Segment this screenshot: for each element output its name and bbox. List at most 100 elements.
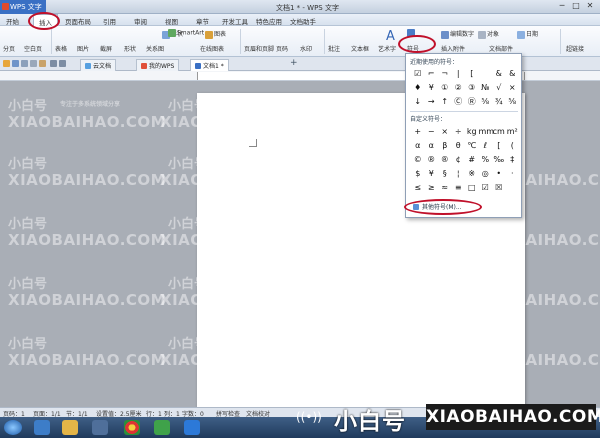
- recent-symbol[interactable]: &: [492, 67, 506, 81]
- shape-menu-button[interactable]: 形状: [124, 44, 136, 53]
- tab-start[interactable]: 开始: [6, 16, 19, 26]
- custom-symbol[interactable]: m²: [506, 125, 520, 139]
- custom-symbol[interactable]: $: [411, 167, 425, 181]
- wps-taskbar-icon[interactable]: [184, 420, 200, 435]
- recent-symbol[interactable]: ⌐: [425, 67, 439, 81]
- chrome-icon[interactable]: [124, 420, 140, 435]
- recent-symbol[interactable]: &: [506, 67, 520, 81]
- custom-symbol[interactable]: □: [465, 181, 479, 195]
- custom-symbol[interactable]: ·: [506, 167, 520, 181]
- recent-symbol[interactable]: ↓: [411, 95, 425, 109]
- tab-insert[interactable]: 插入: [33, 14, 58, 27]
- tab-document1[interactable]: 文档1 *: [190, 59, 229, 71]
- recent-symbol[interactable]: |: [452, 67, 466, 81]
- custom-symbol[interactable]: ☑: [479, 181, 493, 195]
- recent-symbol[interactable]: ♦: [411, 81, 425, 95]
- recent-symbol[interactable]: ⅝: [479, 95, 493, 109]
- custom-symbol[interactable]: [506, 181, 520, 195]
- print-preview-icon[interactable]: [30, 60, 37, 67]
- textbox-button[interactable]: 文本框: [351, 44, 369, 53]
- custom-symbol[interactable]: ®: [438, 153, 452, 167]
- custom-symbol[interactable]: ©: [411, 153, 425, 167]
- hyperlink-button[interactable]: 超链接: [566, 44, 584, 53]
- watermark-button[interactable]: 水印: [300, 44, 312, 53]
- custom-symbol[interactable]: %: [479, 153, 493, 167]
- picture-button[interactable]: 图片: [77, 44, 89, 53]
- custom-symbol[interactable]: ÷: [452, 125, 466, 139]
- relation-chart-button[interactable]: 关系图: [146, 44, 164, 53]
- tab-my-wps[interactable]: 我的WPS: [136, 59, 180, 71]
- ie-icon[interactable]: [34, 420, 50, 435]
- recent-symbol[interactable]: ¬: [438, 67, 452, 81]
- custom-symbol[interactable]: #: [465, 153, 479, 167]
- custom-symbol[interactable]: ×: [438, 125, 452, 139]
- tab-view[interactable]: 视图: [165, 16, 178, 26]
- custom-symbol[interactable]: ‰: [492, 153, 506, 167]
- table-button[interactable]: 表格: [55, 44, 67, 53]
- page-number-button[interactable]: 页码: [276, 44, 288, 53]
- maximize-icon[interactable]: □: [570, 1, 582, 11]
- custom-symbol[interactable]: ≈: [438, 181, 452, 195]
- recent-symbol[interactable]: ↑: [438, 95, 452, 109]
- custom-symbol[interactable]: cm: [492, 125, 506, 139]
- recent-symbol[interactable]: [479, 67, 493, 81]
- custom-symbol[interactable]: ≡: [452, 181, 466, 195]
- header-footer-button[interactable]: 页眉和页脚: [244, 44, 274, 53]
- recent-symbol[interactable]: ③: [465, 81, 479, 95]
- custom-symbol[interactable]: ◎: [479, 167, 493, 181]
- tab-review[interactable]: 审阅: [134, 16, 147, 26]
- print-icon[interactable]: [21, 60, 28, 67]
- recent-symbol[interactable]: Ⓒ: [452, 95, 466, 109]
- custom-symbol[interactable]: ¦: [452, 167, 466, 181]
- recent-symbol[interactable]: Ⓡ: [465, 95, 479, 109]
- custom-symbol[interactable]: ®: [425, 153, 439, 167]
- recent-symbol[interactable]: ¥: [425, 81, 439, 95]
- recent-symbol[interactable]: ②: [452, 81, 466, 95]
- open-folder-icon[interactable]: [3, 60, 10, 67]
- recent-symbol[interactable]: ×: [506, 81, 520, 95]
- format-painter-icon[interactable]: [39, 60, 46, 67]
- close-icon[interactable]: ✕: [584, 1, 596, 11]
- custom-symbol[interactable]: mm: [479, 125, 495, 139]
- chart-button[interactable]: 图表: [205, 29, 226, 39]
- custom-symbol[interactable]: ≥: [425, 181, 439, 195]
- recent-symbol[interactable]: ①: [438, 81, 452, 95]
- wordart-button[interactable]: 艺术字: [378, 44, 396, 53]
- custom-symbol[interactable]: +: [411, 125, 425, 139]
- more-symbols-button[interactable]: 其他符号(M)...: [410, 202, 484, 213]
- recent-symbol[interactable]: →: [425, 95, 439, 109]
- recent-symbol[interactable]: √: [492, 81, 506, 95]
- recent-symbol[interactable]: №: [479, 81, 493, 95]
- minimize-icon[interactable]: ─: [556, 1, 568, 11]
- insert-attachment-button[interactable]: 插入附件: [441, 44, 465, 53]
- custom-symbol[interactable]: (: [506, 139, 520, 153]
- recent-symbol[interactable]: ⅝: [506, 95, 520, 109]
- custom-symbol[interactable]: ※: [465, 167, 479, 181]
- save-icon[interactable]: [12, 60, 19, 67]
- blank-page-button[interactable]: 空白页: [24, 44, 42, 53]
- media-player-icon[interactable]: [92, 420, 108, 435]
- custom-symbol[interactable]: ‡: [506, 153, 520, 167]
- online-chart-button[interactable]: 在线图表: [200, 44, 224, 53]
- doc-parts-button[interactable]: 文档部件: [489, 44, 513, 53]
- tab-features[interactable]: 特色应用: [256, 16, 282, 26]
- custom-symbol[interactable]: ≤: [411, 181, 425, 195]
- undo-icon[interactable]: [50, 60, 57, 67]
- custom-symbol[interactable]: β: [438, 139, 452, 153]
- explorer-icon[interactable]: [62, 420, 78, 435]
- tab-cloud-docs[interactable]: 云文档: [80, 59, 117, 71]
- custom-symbol[interactable]: [: [492, 139, 506, 153]
- wps-app-button[interactable]: WPS 文字: [0, 0, 46, 14]
- screenshot-button[interactable]: 截屏: [100, 44, 112, 53]
- start-button-icon[interactable]: [4, 420, 22, 435]
- tab-references[interactable]: 引用: [103, 16, 116, 26]
- smartart-button[interactable]: SmartArt: [168, 29, 204, 37]
- insert-number-button[interactable]: 编辑数字: [441, 29, 474, 39]
- tab-doc-assistant[interactable]: 文档助手: [290, 16, 316, 26]
- page-break-button[interactable]: 分页: [3, 44, 15, 53]
- custom-symbol[interactable]: ℓ: [479, 139, 493, 153]
- custom-symbol[interactable]: ℃: [465, 139, 479, 153]
- custom-symbol[interactable]: kg: [465, 125, 479, 139]
- recent-symbol[interactable]: ☑: [411, 67, 425, 81]
- tab-page-layout[interactable]: 页面布局: [65, 16, 91, 26]
